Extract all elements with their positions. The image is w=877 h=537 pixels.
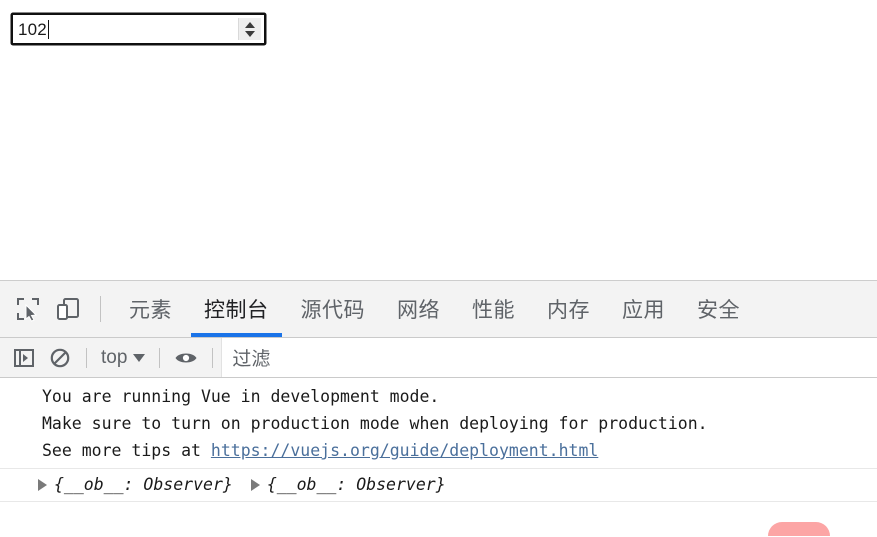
console-toolbar-divider bbox=[159, 347, 161, 368]
tab-network[interactable]: 网络 bbox=[381, 281, 456, 337]
console-error-badge[interactable] bbox=[768, 522, 830, 536]
console-message-line: You are running Vue in development mode. bbox=[42, 387, 440, 406]
console-message-list: You are running Vue in development mode.… bbox=[0, 378, 877, 536]
tab-label: 应用 bbox=[622, 299, 665, 322]
tab-label: 控制台 bbox=[204, 299, 269, 322]
number-input[interactable]: 102 bbox=[11, 13, 266, 45]
disclosure-triangle-icon[interactable] bbox=[250, 478, 260, 491]
number-input-field[interactable]: 102 bbox=[13, 15, 238, 43]
tab-label: 内存 bbox=[547, 299, 590, 322]
inspect-element-icon[interactable] bbox=[8, 281, 48, 337]
text-caret bbox=[47, 19, 49, 39]
tab-label: 安全 bbox=[697, 299, 740, 322]
console-filter-input[interactable]: 过滤 bbox=[221, 338, 877, 377]
toolbar-divider bbox=[100, 296, 101, 322]
eye-icon[interactable] bbox=[168, 341, 204, 375]
console-message-text: See more tips at bbox=[42, 441, 211, 460]
tab-sources[interactable]: 源代码 bbox=[285, 281, 382, 337]
console-message-vue-dev-warning[interactable]: You are running Vue in development mode.… bbox=[0, 378, 877, 469]
tab-label: 源代码 bbox=[300, 299, 365, 322]
tab-performance[interactable]: 性能 bbox=[456, 281, 531, 337]
chevron-down-icon[interactable] bbox=[133, 353, 146, 362]
console-message-line: See more tips at https://vuejs.org/guide… bbox=[0, 437, 877, 464]
object-preview-observer-1[interactable]: {__ob__: Observer} bbox=[54, 475, 233, 494]
vue-deployment-link[interactable]: https://vuejs.org/guide/deployment.html bbox=[211, 441, 598, 460]
console-toolbar-divider bbox=[212, 347, 214, 368]
console-toolbar: top 过滤 bbox=[0, 338, 877, 378]
console-sidebar-toggle-icon[interactable] bbox=[6, 341, 42, 375]
number-input-spinner[interactable] bbox=[238, 18, 261, 40]
tab-label: 元素 bbox=[129, 299, 172, 322]
tab-label: 网络 bbox=[397, 299, 440, 322]
number-input-value-text: 102 bbox=[18, 19, 47, 39]
page-viewport: 102 bbox=[0, 0, 877, 280]
object-preview-observer-2[interactable]: {__ob__: Observer} bbox=[267, 475, 446, 494]
spinner-up-arrow-icon[interactable] bbox=[245, 21, 255, 28]
console-context-selector[interactable]: top bbox=[95, 347, 151, 369]
tab-security[interactable]: 安全 bbox=[681, 281, 756, 337]
console-message-object-previews[interactable]: {__ob__: Observer} {__ob__: Observer} bbox=[0, 469, 877, 502]
devtools-panel: 元素 控制台 源代码 网络 性能 内存 应用 安全 top 过滤 You are… bbox=[0, 280, 877, 537]
clear-console-icon[interactable] bbox=[42, 341, 78, 375]
console-filter-placeholder: 过滤 bbox=[232, 349, 271, 370]
disclosure-triangle-icon[interactable] bbox=[38, 478, 47, 491]
console-message-line: Make sure to turn on production mode whe… bbox=[42, 414, 708, 433]
tab-memory[interactable]: 内存 bbox=[531, 281, 606, 337]
console-context-label: top bbox=[101, 346, 128, 368]
devtools-tabbar: 元素 控制台 源代码 网络 性能 内存 应用 安全 bbox=[0, 281, 877, 338]
tab-label: 性能 bbox=[472, 299, 515, 322]
device-toolbar-icon[interactable] bbox=[48, 281, 88, 337]
tab-elements[interactable]: 元素 bbox=[113, 281, 188, 337]
tab-application[interactable]: 应用 bbox=[606, 281, 681, 337]
spinner-down-arrow-icon[interactable] bbox=[245, 30, 255, 37]
console-toolbar-divider bbox=[86, 347, 87, 368]
tab-console[interactable]: 控制台 bbox=[188, 281, 285, 337]
